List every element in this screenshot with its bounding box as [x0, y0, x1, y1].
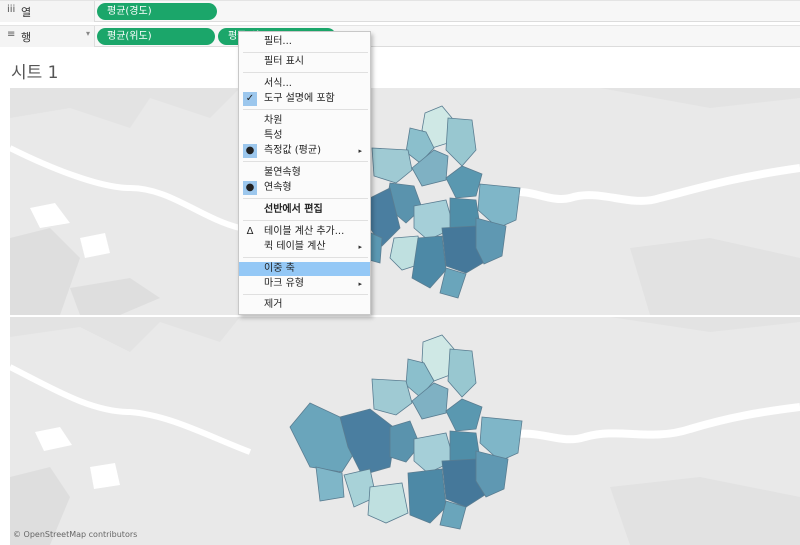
menu-item-label: 도구 설명에 포함	[264, 93, 335, 104]
map-view[interactable]	[10, 88, 800, 545]
menu-item-label: 퀵 테이블 계산	[264, 241, 326, 252]
menu-item-continuous[interactable]: ● 연속형	[239, 181, 370, 195]
menu-item-label: 선반에서 편집	[264, 204, 323, 215]
menu-item-label: 차원	[264, 115, 283, 126]
menu-divider	[243, 198, 368, 199]
context-menu: 필터... 필터 표시 서식... ✓ 도구 설명에 포함 차원 특성 ● 측정…	[238, 31, 371, 315]
submenu-arrow-icon: ▸	[358, 243, 362, 251]
submenu-arrow-icon: ▸	[358, 147, 362, 155]
chevron-down-icon[interactable]: ▾	[86, 29, 90, 38]
menu-item-include-in-tooltip[interactable]: ✓ 도구 설명에 포함	[239, 92, 370, 106]
menu-item-label: 특성	[264, 130, 283, 141]
dot-icon: ●	[243, 181, 257, 195]
menu-item-label: 서식...	[264, 78, 292, 89]
sheet-title: 시트 1	[11, 63, 59, 83]
menu-item-remove[interactable]: 제거	[239, 298, 370, 312]
menu-item-dual-axis[interactable]: 이중 축	[239, 262, 370, 276]
columns-label: 열	[21, 6, 32, 19]
menu-item-mark-type[interactable]: 마크 유형 ▸	[239, 277, 370, 291]
menu-divider	[243, 257, 368, 258]
menu-item-label: 테이블 계산 추가...	[264, 226, 345, 237]
rows-shelf: ≡ 행 ▾ 평균(위도) 평균(위도)	[0, 25, 800, 47]
check-icon: ✓	[243, 92, 257, 106]
menu-divider	[243, 161, 368, 162]
submenu-arrow-icon: ▸	[358, 280, 362, 288]
menu-item-label: 연속형	[264, 182, 292, 193]
menu-item-label: 불연속형	[264, 167, 301, 178]
menu-item-filter[interactable]: 필터...	[239, 35, 370, 49]
menu-item-add-table-calc[interactable]: Δ 테이블 계산 추가...	[239, 225, 370, 239]
menu-item-label: 제거	[264, 299, 283, 310]
map-panel-top[interactable]	[10, 88, 800, 315]
menu-item-label: 필터 표시	[264, 56, 304, 67]
menu-item-label: 필터...	[264, 36, 292, 47]
menu-item-label: 측정값 (평균)	[264, 145, 321, 156]
menu-item-edit-in-shelf[interactable]: 선반에서 편집	[239, 203, 370, 217]
menu-item-attribute[interactable]: 특성	[239, 129, 370, 143]
menu-item-show-filter[interactable]: 필터 표시	[239, 55, 370, 69]
menu-divider	[243, 220, 368, 221]
dot-icon: ●	[243, 144, 257, 158]
menu-item-dimension[interactable]: 차원	[239, 114, 370, 128]
columns-shelf-label: iii 열	[0, 1, 95, 22]
menu-item-measure-average[interactable]: ● 측정값 (평균) ▸	[239, 144, 370, 158]
rows-shelf-label: ≡ 행 ▾	[0, 26, 95, 47]
columns-shelf: iii 열 평균(경도)	[0, 0, 800, 22]
menu-item-format[interactable]: 서식...	[239, 77, 370, 91]
menu-item-discrete[interactable]: 불연속형	[239, 166, 370, 180]
longitude-pill[interactable]: 평균(경도)	[97, 3, 217, 20]
menu-item-label: 이중 축	[264, 263, 295, 274]
rows-label: 행	[21, 31, 32, 44]
menu-divider	[243, 72, 368, 73]
map-attribution[interactable]: © OpenStreetMap contributors	[13, 530, 137, 539]
menu-item-label: 마크 유형	[264, 278, 304, 289]
map-top-svg	[10, 88, 800, 315]
menu-divider	[243, 109, 368, 110]
menu-item-quick-table-calc[interactable]: 퀵 테이블 계산 ▸	[239, 240, 370, 254]
columns-icon: iii	[7, 4, 16, 15]
rows-icon: ≡	[7, 29, 16, 40]
menu-divider	[243, 52, 368, 53]
delta-icon: Δ	[246, 226, 254, 237]
map-bottom-svg	[10, 317, 800, 545]
latitude-pill-1[interactable]: 평균(위도)	[97, 28, 215, 45]
map-panel-bottom[interactable]	[10, 317, 800, 545]
menu-divider	[243, 294, 368, 295]
